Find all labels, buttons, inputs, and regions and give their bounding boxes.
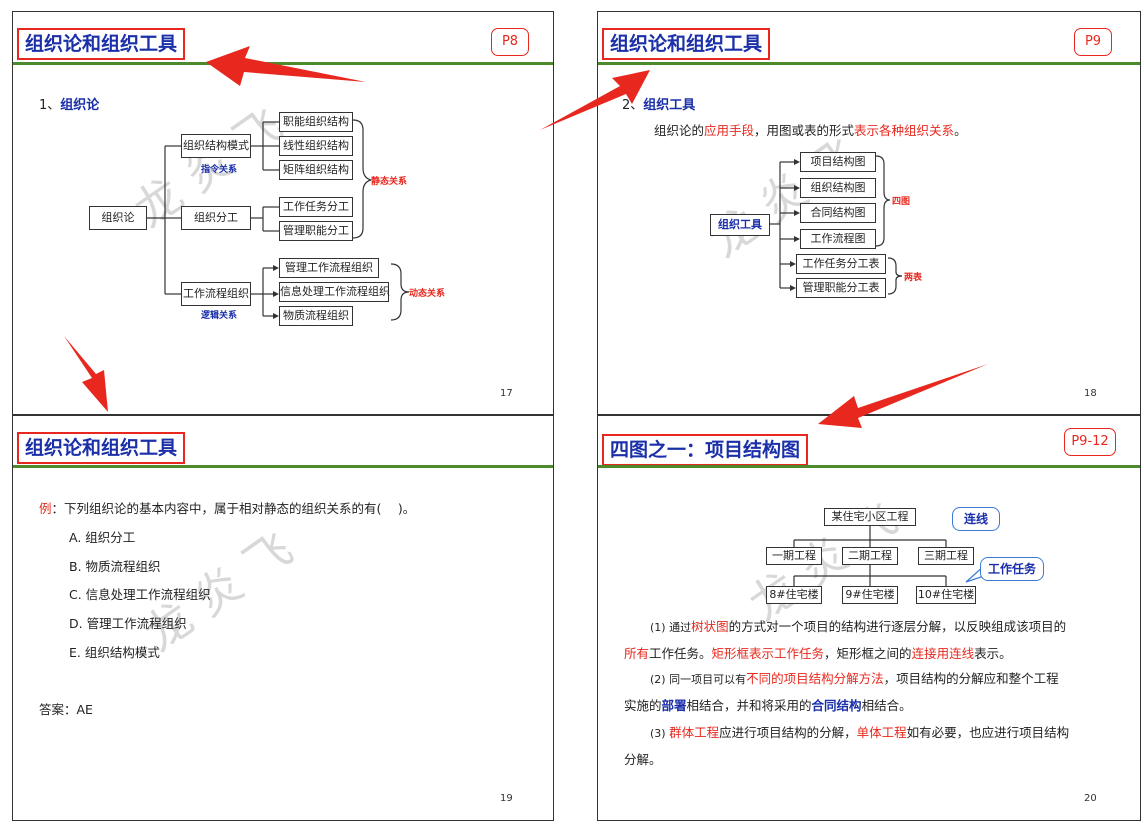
slide-20: 龙 炎 飞 四图之一：项目结构图 P9-12 某住宅小区工程 一期工程 二期工程… xyxy=(597,415,1141,821)
leaf-material-flow: 物质流程组织 xyxy=(279,306,353,326)
command-relation-note: 指令关系 xyxy=(201,165,238,175)
item-management-function-table: 管理职能分工表 xyxy=(796,278,886,298)
building-8-node: 8#住宅楼 xyxy=(766,586,822,604)
item-project-structure-chart: 项目结构图 xyxy=(800,152,876,172)
paragraph-3: (3) 群体工程应进行项目结构的分解，单体工程如有必要，也应进行项目结构 分解。 xyxy=(624,725,1070,767)
option-e: E. 组织结构模式 xyxy=(69,645,160,660)
leaf-management-function-division: 管理职能分工 xyxy=(279,221,353,241)
leaf-task-division: 工作任务分工 xyxy=(279,197,353,217)
phase-3-node: 三期工程 xyxy=(918,547,974,565)
callout-connector-line: 连线 xyxy=(952,507,1000,531)
title-divider xyxy=(13,465,553,468)
page-number: 20 xyxy=(1084,793,1097,804)
four-charts-label: 四图 xyxy=(892,197,911,207)
option-d: D. 管理工作流程组织 xyxy=(69,616,187,631)
leaf-functional-structure: 职能组织结构 xyxy=(279,112,353,132)
leaf-info-workflow: 信息处理工作流程组织 xyxy=(279,282,390,302)
slide-18: 龙 炎 飞 组织论和组织工具 P9 2、组织工具 组织论的应用手段，用图或表的形… xyxy=(597,11,1141,415)
page-number: 19 xyxy=(500,793,513,804)
static-relation-label: 静态关系 xyxy=(371,177,408,187)
building-9-node: 9#住宅楼 xyxy=(842,586,898,604)
root-node: 组织工具 xyxy=(710,214,770,236)
item-contract-structure-chart: 合同结构图 xyxy=(800,203,876,223)
root-node: 组织论 xyxy=(89,206,147,230)
option-c: C. 信息处理工作流程组织 xyxy=(69,587,211,602)
page-number: 17 xyxy=(500,388,513,399)
logic-relation-note: 逻辑关系 xyxy=(201,311,238,321)
slide-17: 龙 炎 飞 组织论和组织工具 P8 1、组织论 组织论 组织结构模式 指令关系 … xyxy=(12,11,554,415)
node-workflow-org: 工作流程组织 xyxy=(181,282,251,306)
paragraph-1: (1) 通过树状图的方式对一个项目的结构进行逐层分解，以反映组成该项目的 所有工… xyxy=(624,619,1067,661)
two-tables-label: 两表 xyxy=(904,273,923,283)
project-root-node: 某住宅小区工程 xyxy=(824,508,916,526)
answer-text: 答案：AE xyxy=(39,702,93,717)
item-workflow-chart: 工作流程图 xyxy=(800,229,876,249)
node-org-structure-mode: 组织结构模式 xyxy=(181,134,251,158)
question-text: 例：下列组织论的基本内容中，属于相对静态的组织关系的有( )。 xyxy=(39,501,416,516)
paragraph-2: (2) 同一项目可以有不同的项目结构分解方法，项目结构的分解应和整个工程 实施的… xyxy=(624,671,1059,713)
phase-2-node: 二期工程 xyxy=(842,547,898,565)
node-org-division: 组织分工 xyxy=(181,206,251,230)
leaf-matrix-structure: 矩阵组织结构 xyxy=(279,160,353,180)
option-b: B. 物质流程组织 xyxy=(69,559,161,574)
dynamic-relation-label: 动态关系 xyxy=(409,289,446,299)
building-10-node: 10#住宅楼 xyxy=(916,586,976,604)
leaf-management-workflow: 管理工作流程组织 xyxy=(279,258,379,278)
item-task-division-table: 工作任务分工表 xyxy=(796,254,886,274)
leaf-linear-structure: 线性组织结构 xyxy=(279,136,353,156)
option-a: A. 组织分工 xyxy=(69,530,136,545)
item-org-structure-chart: 组织结构图 xyxy=(800,178,876,198)
page-number: 18 xyxy=(1084,388,1097,399)
callout-work-task: 工作任务 xyxy=(980,557,1044,581)
slide-19: 龙 炎 飞 组织论和组织工具 例：下列组织论的基本内容中，属于相对静态的组织关系… xyxy=(12,415,554,821)
phase-1-node: 一期工程 xyxy=(766,547,822,565)
slide-title: 组织论和组织工具 xyxy=(17,432,186,464)
